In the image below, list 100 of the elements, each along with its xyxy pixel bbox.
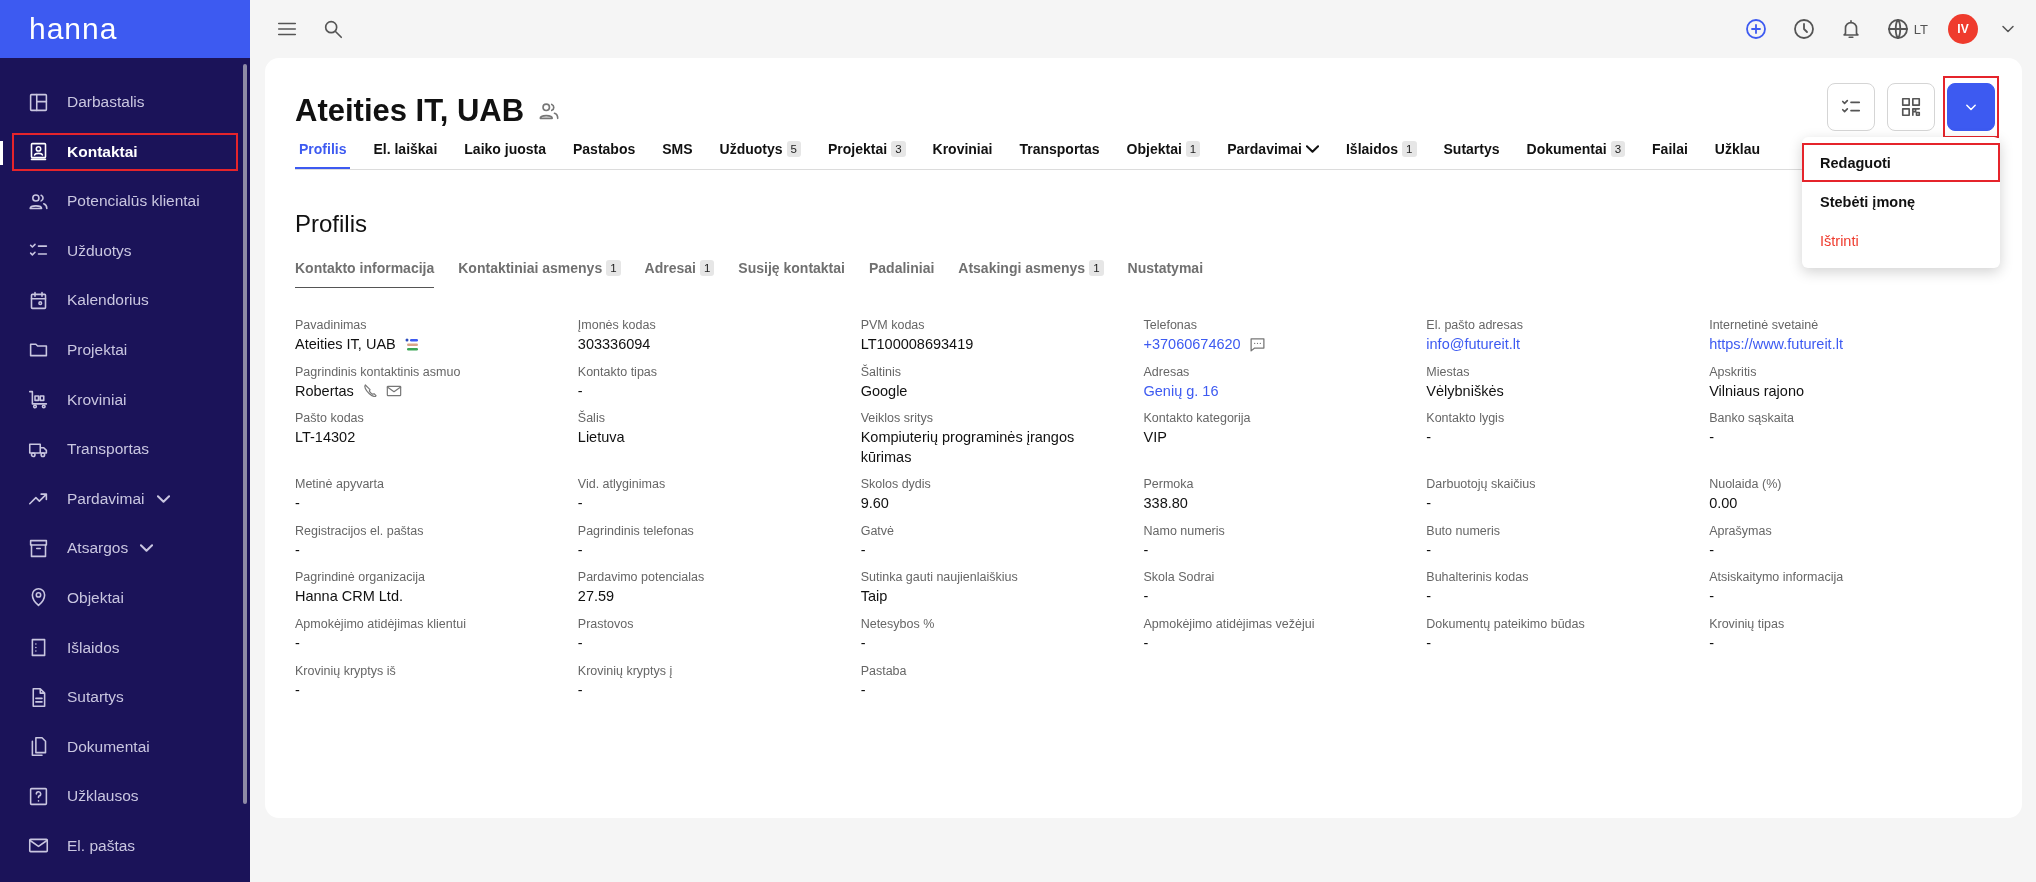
tab[interactable]: Pastabos [569,133,640,169]
field-link[interactable]: info@futureit.lt [1426,335,1521,355]
field-value: Taip [860,587,888,607]
actions-dropdown-button[interactable] [1947,83,1995,131]
field-label: Šaltinis [860,364,902,379]
tab[interactable]: Užduotys 5 [715,133,805,169]
field-value: - [1143,540,1149,560]
sidebar-item[interactable]: Darbastalis [12,83,238,121]
field-label: Kontakto tipas [577,364,659,379]
sidebar-item[interactable]: Pardavimai [12,479,238,518]
field-label: Krovinių tipas [1709,616,1786,631]
field-label: Metinė apyvarta [295,477,385,492]
sidebar-item[interactable]: El. paštas [12,826,238,865]
sidebar-item[interactable]: Dokumentai [12,727,238,766]
field-value: Vėlybniškės [1426,381,1504,401]
sidebar-item[interactable]: Atsargos [12,529,238,568]
field-value: LT100008693419 [860,335,974,354]
qr-code-button[interactable] [1887,83,1935,131]
count-badge: 1 [1402,141,1417,157]
field-value: - [295,633,300,653]
subtab[interactable]: Atsakingi asmenys 1 [958,252,1104,288]
menu-item[interactable]: Redaguoti [1802,143,2000,182]
calendar-icon [28,289,49,311]
field-label: Namo numeris [1143,523,1226,538]
tab[interactable]: SMS [658,133,697,169]
field-value: 0.00 [1709,494,1738,514]
field-label: Permoka [1143,477,1195,492]
tab[interactable]: Dokumentai 3 [1522,133,1630,169]
sidebar-item[interactable]: Sutartys [12,678,238,717]
tab[interactable]: Pardavimai [1223,133,1323,169]
tab[interactable]: Sutartys [1439,133,1504,169]
tab[interactable]: Užklau [1710,133,1764,169]
language-button[interactable]: LT [1881,13,1932,45]
field-label: Įmonės kodas [577,318,657,332]
section-title: Profilis [295,210,368,238]
field-label: Kontakto kategorija [1143,411,1252,426]
menu-item[interactable]: Ištrinti [1802,221,2000,260]
field-link[interactable]: +37060674620 [1143,335,1241,355]
tab[interactable]: El. laiškai [369,133,442,169]
menu-item[interactable]: Stebėti įmonę [1802,182,2000,221]
field-link[interactable]: https://www.futureit.lt [1709,335,1843,355]
field-value: LT-14302 [295,428,356,448]
tab[interactable]: Profilis [295,133,351,169]
field-label: Dokumentų pateikimo būdas [1426,616,1586,631]
tab[interactable]: Transportas [1015,133,1104,169]
field-label: Atsiskaitymo informacija [1709,570,1845,585]
subtab[interactable]: Adresai 1 [644,252,715,288]
tab[interactable]: Projektai 3 [824,133,910,169]
sidebar-item[interactable]: Užduotys [12,231,238,270]
field-label: Pavadinimas [295,318,368,332]
question-icon [28,785,49,807]
sidebar-item[interactable]: Kalendorius [12,281,238,320]
subtab[interactable]: Nustatymai [1127,252,1204,288]
tab[interactable]: Laiko juosta [460,133,550,169]
message-icon [1248,336,1266,354]
field-link[interactable]: Genių g. 16 [1143,381,1219,402]
field-label: Šalis [577,411,606,426]
subtab[interactable]: Kontakto informacija [295,252,435,288]
subtab[interactable]: Padaliniai [868,252,935,288]
tab[interactable]: Failai [1648,133,1692,169]
field-value: 303336094 [577,335,651,354]
field-label: Krovinių kryptys į [577,663,674,678]
field-label: Skolos dydis [860,477,932,492]
archive-icon [28,537,49,559]
flag-icon [403,336,420,353]
people-icon [538,100,561,122]
field-label: Nuolaida (%) [1709,477,1783,492]
sidebar-item[interactable]: Išlaidos [12,628,238,667]
field-value: Hanna CRM Ltd. [295,587,403,607]
sidebar-item[interactable]: Projektai [12,330,238,369]
field-value: - [577,381,583,401]
field-label: Miestas [1426,364,1471,379]
sidebar-item[interactable]: Kroviniai [12,380,238,419]
tab[interactable]: Kroviniai [928,133,997,169]
tab[interactable]: Objektai 1 [1122,133,1205,169]
field-value: - [1709,428,1714,448]
count-badge: 1 [699,260,715,276]
sidebar-item[interactable]: Potencialūs klientai [12,182,238,221]
field-label: Pastaba [860,663,908,678]
count-badge: 1 [606,260,621,276]
tab[interactable]: Išlaidos 1 [1341,133,1421,169]
field-label: Pagrindinė organizacija [295,570,426,585]
field-label: Veiklos sritys [860,411,934,426]
plus-circle-icon [1743,17,1768,41]
globe-icon [1885,17,1910,41]
field-value: 338.80 [1143,494,1188,514]
field-label: PVM kodas [860,318,926,332]
field-value: - [1426,428,1432,448]
subtab[interactable]: Kontaktiniai asmenys 1 [458,252,621,288]
field-label: Netesybos % [860,616,936,631]
field-label: Gatvė [860,523,895,538]
user-avatar[interactable]: IV [1948,14,1978,44]
field-label: Darbuotojų skaičius [1426,477,1537,492]
field-value: Vilniaus rajono [1709,381,1804,401]
sidebar-item[interactable]: Transportas [12,430,238,469]
field-value: Kompiuterių programinės įrangos kūrimas [860,428,1076,467]
subtab[interactable]: Susiję kontaktai [738,252,845,288]
phone-icon [361,383,378,400]
sidebar-item[interactable]: Objektai [12,578,238,617]
sidebar-item[interactable]: Užklausos [12,777,238,816]
